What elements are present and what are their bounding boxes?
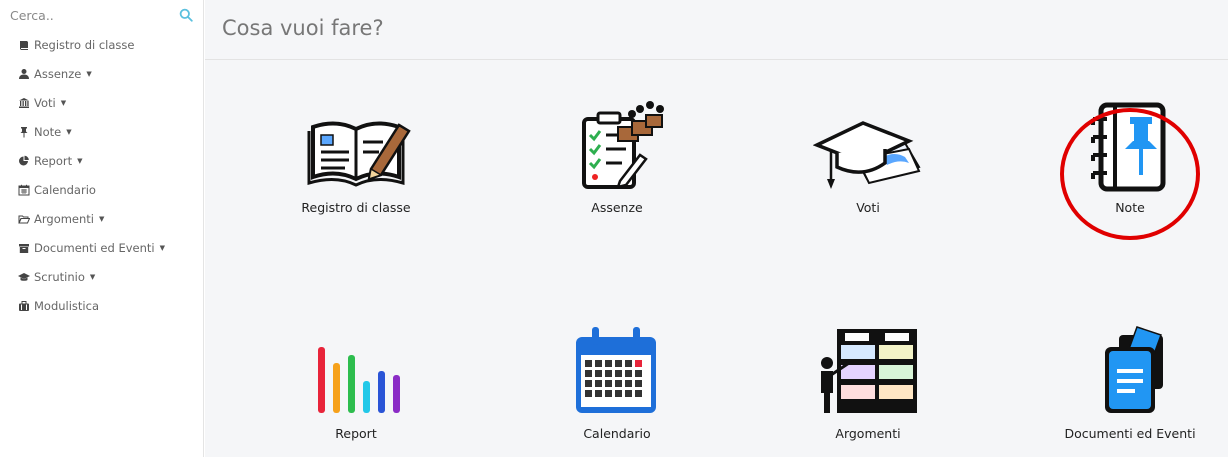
archive-icon (19, 243, 29, 253)
tile-documenti-ed-eventi[interactable]: Documenti ed Eventi (1064, 318, 1196, 441)
sidebar-item-scrutinio[interactable]: Scrutinio ▼ (0, 262, 203, 291)
tile-label: Documenti ed Eventi (1064, 426, 1196, 441)
tile-voti[interactable]: Voti (803, 92, 933, 215)
sidebar-item-label: Note (34, 124, 62, 139)
tile-calendario[interactable]: Calendario (552, 318, 682, 441)
search-box (0, 0, 203, 30)
sidebar-item-documenti[interactable]: Documenti ed Eventi ▼ (0, 233, 203, 262)
tile-label: Registro di classe (301, 200, 411, 215)
tile-report[interactable]: Report (291, 318, 421, 441)
page-title: Cosa vuoi fare? (222, 16, 384, 40)
caret-down-icon: ▼ (99, 214, 105, 223)
page-header: Cosa vuoi fare? (205, 0, 1228, 60)
caret-down-icon: ▼ (60, 98, 67, 107)
sidebar-item-modulistica[interactable]: Modulistica (0, 291, 203, 320)
sidebar-item-label: Report (34, 153, 73, 168)
sidebar-item-label: Voti (34, 95, 56, 110)
documents-icon (1105, 326, 1163, 413)
sidebar: Registro di classe Assenze ▼ Voti ▼ Note… (0, 0, 204, 457)
user-icon (19, 68, 29, 79)
teacher-shelves-icon (821, 329, 917, 413)
sidebar-item-label: Calendario (34, 182, 96, 197)
sidebar-item-label: Modulistica (34, 298, 100, 313)
tile-assenze[interactable]: Assenze (552, 92, 682, 215)
institution-icon (19, 97, 29, 108)
notebook-pushpin-icon (1091, 102, 1166, 192)
pushpin-icon (20, 126, 28, 137)
calendar-icon (18, 184, 30, 195)
clipboard-checklist-icon (582, 101, 664, 189)
briefcase-icon (19, 300, 29, 311)
sidebar-item-label: Scrutinio (34, 269, 85, 284)
bar-chart-icon (318, 347, 400, 413)
tile-label: Voti (856, 200, 880, 215)
tile-label: Calendario (583, 426, 651, 441)
caret-down-icon: ▼ (89, 272, 96, 281)
tile-argomenti[interactable]: Argomenti (803, 318, 933, 441)
sidebar-item-assenze[interactable]: Assenze ▼ (0, 59, 203, 88)
book-icon (20, 40, 28, 50)
search-icon[interactable] (179, 8, 193, 22)
calendar-icon (576, 327, 656, 413)
sidebar-item-report[interactable]: Report ▼ (0, 146, 203, 175)
caret-down-icon: ▼ (77, 156, 83, 165)
sidebar-item-label: Argomenti (34, 211, 94, 226)
graduation-cap-papers-icon (813, 121, 921, 189)
sidebar-item-voti[interactable]: Voti ▼ (0, 88, 203, 117)
sidebar-item-argomenti[interactable]: Argomenti ▼ (0, 204, 203, 233)
main-panel: Cosa vuoi fare? Registro di classe Assen… (205, 0, 1228, 457)
sidebar-item-registro[interactable]: Registro di classe (0, 30, 203, 59)
sidebar-item-label: Assenze (34, 66, 82, 81)
caret-down-icon: ▼ (159, 243, 165, 252)
sidebar-item-label: Registro di classe (34, 37, 135, 52)
search-input[interactable] (0, 0, 203, 30)
caret-down-icon: ▼ (86, 69, 92, 78)
graduation-cap-icon (18, 272, 30, 281)
open-book-pencil-icon (307, 121, 411, 187)
tile-note[interactable]: Note (1065, 92, 1195, 215)
tile-registro-di-classe[interactable]: Registro di classe (291, 92, 421, 215)
pie-chart-icon (19, 155, 29, 165)
sidebar-item-calendario[interactable]: Calendario (0, 175, 203, 204)
tile-label: Argomenti (835, 426, 901, 441)
folder-open-icon (18, 215, 30, 223)
tile-label: Assenze (591, 200, 643, 215)
sidebar-menu: Registro di classe Assenze ▼ Voti ▼ Note… (0, 30, 203, 320)
caret-down-icon: ▼ (66, 127, 72, 136)
sidebar-item-note[interactable]: Note ▼ (0, 117, 203, 146)
sidebar-item-label: Documenti ed Eventi (34, 240, 155, 255)
tile-label: Report (335, 426, 377, 441)
tile-label: Note (1115, 200, 1145, 215)
